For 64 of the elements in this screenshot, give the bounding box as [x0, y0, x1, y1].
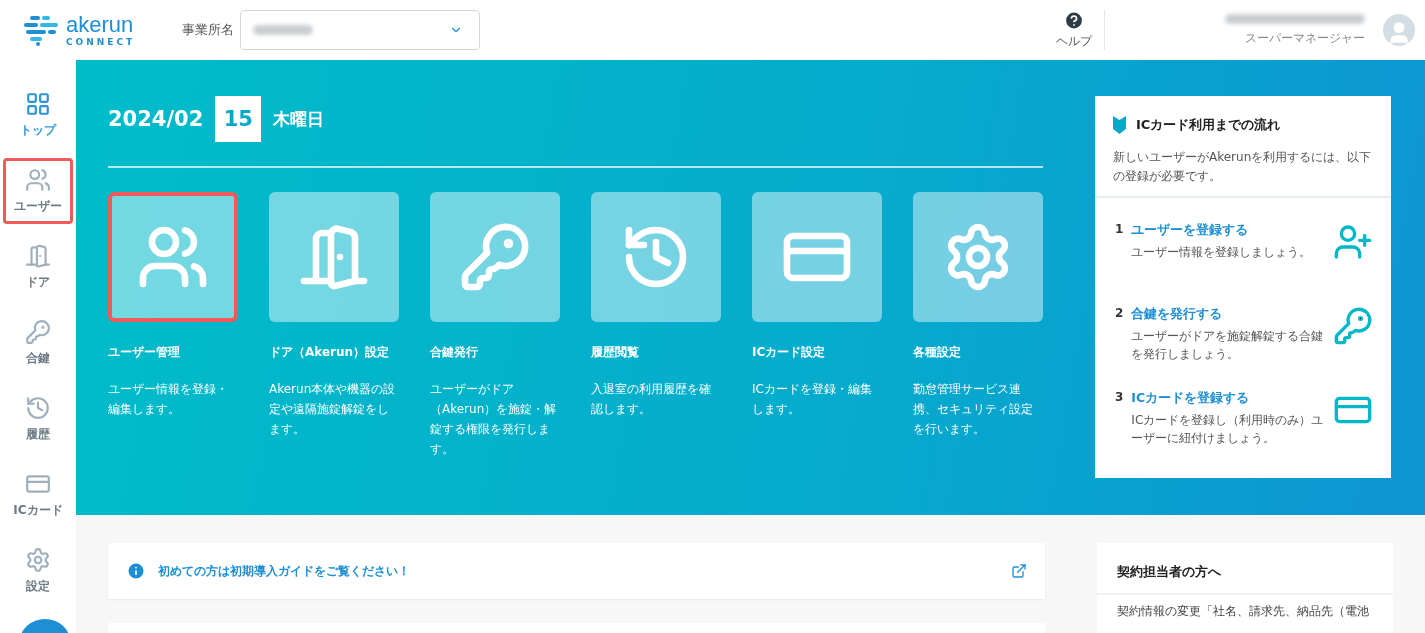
date-year-month: 2024/02	[108, 107, 204, 131]
sidebar-item[interactable]: トップ	[3, 82, 73, 148]
step-number: 2	[1115, 306, 1124, 320]
logo-subtitle: CONNECT	[66, 37, 136, 47]
tile-title: 各種設定	[913, 344, 962, 361]
users-icon	[25, 167, 51, 193]
weekday: 木曜日	[273, 107, 325, 131]
menu-tile[interactable]	[591, 192, 721, 322]
logo-icon	[24, 14, 58, 46]
help-button[interactable]: ヘルプ	[1044, 10, 1105, 50]
contract-text: 契約情報の変更「社名、請求先、納品先（電池	[1116, 603, 1370, 620]
clock-icon	[25, 395, 51, 421]
step-description: ユーザー情報を登録しましょう。	[1131, 244, 1313, 261]
step-link[interactable]: 合鍵を発行する	[1131, 306, 1325, 323]
sidebar-item[interactable]: 履歴	[3, 386, 73, 452]
date-day: 15	[215, 96, 262, 142]
sidebar-item[interactable]: ICカード	[3, 462, 73, 528]
tile-description: 勤怠管理サービス連携、セキュリティ設定を行います。	[913, 381, 1034, 438]
menu-tile[interactable]	[913, 192, 1043, 322]
key-icon	[459, 221, 531, 293]
flow-title: ICカード利用までの流れ	[1136, 116, 1281, 134]
user-role: スーパーマネージャー	[1245, 29, 1365, 47]
step-number: 1	[1115, 222, 1124, 236]
tile-title: 履歴閲覧	[591, 344, 640, 361]
ribbon-icon	[1113, 116, 1126, 134]
office-label: 事業所名	[182, 21, 234, 39]
menu-tile[interactable]	[752, 192, 882, 322]
door-icon	[25, 243, 51, 269]
tile-title: 合鍵発行	[430, 344, 479, 361]
tile-description: ICカードを登録・編集します。	[752, 381, 873, 418]
gear-icon	[25, 547, 51, 573]
tile-description: ユーザーがドア（Akerun）を施錠・解錠する権限を発行します。	[430, 381, 558, 458]
tile-title: ユーザー管理	[108, 344, 181, 361]
step-description: ICカードを登録し（利用時のみ）ユーザーに紐付けましょう。	[1131, 412, 1325, 447]
tile-description: 入退室の利用履歴を確認します。	[591, 381, 712, 418]
step-link[interactable]: ICカードを登録する	[1131, 390, 1325, 407]
avatar-icon[interactable]	[1383, 14, 1415, 46]
key-icon	[25, 319, 51, 345]
sidebar-item[interactable]: ドア	[3, 234, 73, 300]
help-icon	[1063, 10, 1085, 31]
external-link-icon[interactable]	[1011, 563, 1027, 579]
user-plus-icon	[1333, 222, 1373, 262]
key-icon	[1333, 306, 1373, 346]
blurred-text	[253, 25, 313, 35]
step-link[interactable]: ユーザーを登録する	[1131, 222, 1325, 239]
grid-icon	[25, 91, 51, 117]
sidebar-item[interactable]: 設定	[3, 538, 73, 604]
tile-title: ICカード設定	[752, 344, 827, 361]
tile-description: ユーザー情報を登録・編集します。	[108, 381, 229, 418]
sidebar-item[interactable]: 合鍵	[3, 310, 73, 376]
tile-description: Akerun本体や機器の設定や遠隔施錠解錠をします。	[269, 381, 397, 438]
step-number: 3	[1115, 390, 1124, 404]
menu-tile[interactable]	[108, 192, 238, 322]
menu-tile[interactable]	[269, 192, 399, 322]
menu-tile[interactable]	[430, 192, 560, 322]
flow-intro: 新しいユーザーがAkerunを利用するには、以下の登録が必要です。	[1113, 149, 1373, 185]
guide-link[interactable]: 初めての方は初期導入ガイドをご覧ください！	[158, 562, 999, 580]
office-select[interactable]	[240, 10, 480, 50]
step-description: ユーザーがドアを施錠解錠する合鍵を発行しましょう。	[1131, 328, 1325, 363]
contract-title: 契約担当者の方へ	[1097, 543, 1393, 595]
logo-wordmark: akerun	[66, 13, 135, 36]
info-icon	[126, 561, 146, 581]
tile-title: ドア（Akerun）設定	[269, 344, 391, 361]
sidebar-item[interactable]: ユーザー	[3, 158, 73, 224]
